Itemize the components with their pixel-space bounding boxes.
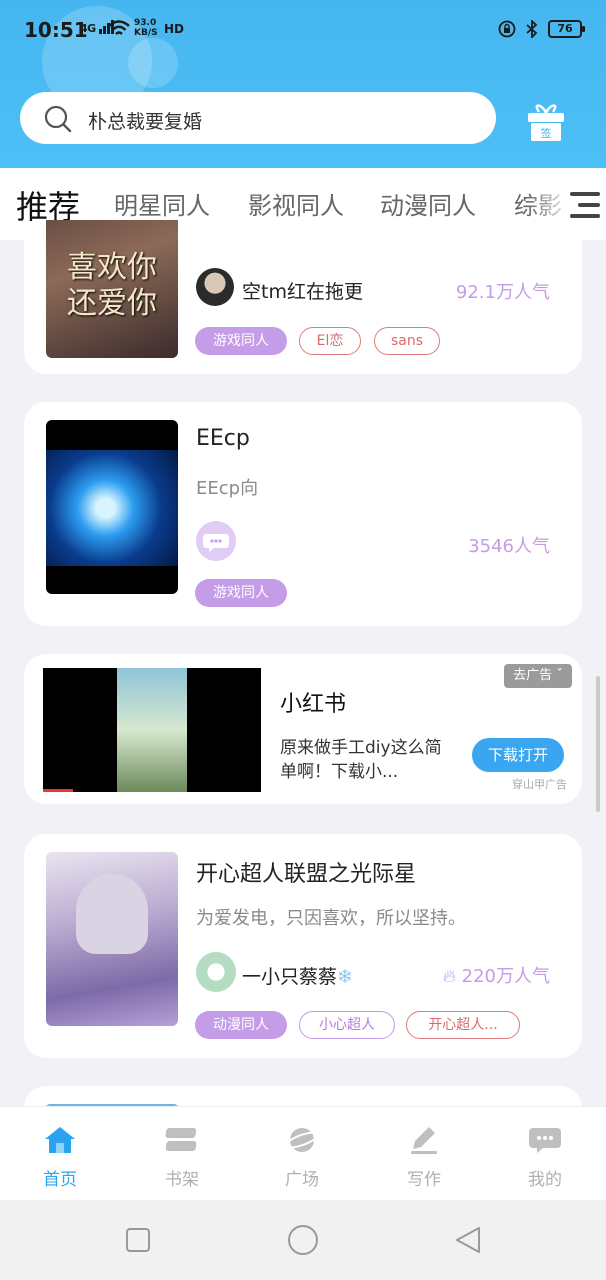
popularity-count: 🔥︎ 220万人气 [443,962,550,988]
bluetooth-icon [526,20,538,38]
snowflake-icon: ❄ [337,966,353,988]
popularity-count: 92.1万人气 [455,282,550,303]
tag[interactable]: 动漫同人 [195,1011,287,1039]
scrollbar[interactable] [596,676,600,812]
avatar [196,952,236,992]
ad-card[interactable]: 小红书 原来做手工diy这么简单啊！下载小... 下载打开 去广告 ˇ 穿山甲广… [24,654,582,804]
nav-me-label: 我的 [528,1170,562,1190]
author-name: 一小只蔡蔡❄ [242,962,353,989]
default-avatar [196,521,236,561]
wifi-icon [108,20,130,35]
chat-bubble-icon [203,534,229,552]
hd-indicator: HD [164,22,185,36]
flame-icon: 🔥︎ [442,966,456,987]
back-icon[interactable] [454,1225,482,1255]
cover-line: 喜欢你 [67,250,157,285]
book-title: 开心超人联盟之光际星 [196,862,417,887]
nav-bookshelf[interactable]: 书架 [142,1125,222,1190]
speed-unit: KB/S [134,28,158,38]
gift-label: 签 [541,126,552,140]
nav-bookshelf-label: 书架 [165,1170,199,1190]
popularity-value: 220万人气 [461,966,550,987]
book-card[interactable]: EEcp EEcp向 3546人气 游戏同人 [24,402,582,626]
chat-bubble-icon [529,1128,561,1153]
nav-write[interactable]: 写作 [384,1125,464,1190]
tag[interactable]: 开心超人... [406,1011,520,1039]
nav-write-label: 写作 [407,1170,441,1190]
gift-icon: 签 [528,104,564,141]
search-placeholder: 朴总裁要复婚 [88,111,203,133]
network-speed: 93.0 KB/S [134,18,158,38]
search-bar[interactable]: 朴总裁要复婚 [20,92,496,144]
nav-square-label: 广场 [285,1170,319,1190]
network-type: 4G [80,22,96,35]
system-navigation-bar [0,1200,606,1280]
book-card[interactable]: 喜欢你 还爱你 空tm红在拖更 92.1万人气 游戏同人 El恋 sans [24,220,582,374]
home-circle-icon[interactable] [287,1224,319,1256]
tag[interactable]: 小心超人 [299,1011,395,1039]
status-right: 76 [498,20,585,38]
lock-rotation-icon [498,20,516,38]
nav-me[interactable]: 我的 [505,1125,585,1190]
book-card[interactable]: 开心超人联盟之光际星 为爱发电，只因喜欢，所以坚持。 一小只蔡蔡❄ 🔥︎ 220… [24,834,582,1058]
popularity-count: 3546人气 [468,536,550,557]
book-title: EEcp [196,426,250,451]
ad-progress [43,789,73,792]
tab-menu-icon[interactable] [570,190,602,220]
status-bar: 10:51 4G 93.0 KB/S HD 76 [0,0,606,62]
tag[interactable]: El恋 [299,327,361,355]
chevron-down-icon: ˇ [556,668,563,683]
bookshelf-icon [165,1128,197,1151]
book-description: EEcp向 [196,478,259,499]
book-cover [46,852,178,1026]
nav-square[interactable]: 广场 [262,1125,342,1190]
remove-ad-label: 去广告 [513,668,553,683]
speed-value: 93.0 [134,18,157,28]
pen-icon [411,1127,437,1154]
sign-in-gift-button[interactable]: 签 [526,104,566,142]
tag[interactable]: 游戏同人 [195,327,287,355]
download-open-button[interactable]: 下载打开 [472,738,564,772]
author-name-text: 一小只蔡蔡 [242,966,338,988]
book-description: 为爱发电，只因喜欢，所以坚持。 [196,908,466,929]
ad-source: 穿山甲广告 [512,778,567,791]
ad-description: 原来做手工diy这么简单啊！下载小... [280,738,442,782]
home-icon [45,1127,75,1153]
planet-icon [284,1128,320,1152]
book-cover [46,420,178,594]
nav-home-label: 首页 [43,1170,77,1190]
recent-apps-icon[interactable] [125,1227,151,1253]
author-name: 空tm红在拖更 [242,281,363,303]
ad-title: 小红书 [280,692,347,717]
avatar [196,268,234,306]
book-cover: 喜欢你 还爱你 [46,220,178,358]
cover-title: 喜欢你 还爱你 [46,250,178,322]
tag[interactable]: 游戏同人 [195,579,287,607]
ad-video-frame [117,668,187,792]
tab-film-fanfic[interactable]: 影视同人 [248,186,344,221]
cover-art [46,450,178,566]
bottom-navigation: 首页 书架 广场 写作 我的 [0,1106,606,1200]
search-icon [44,105,72,133]
nav-home[interactable]: 首页 [20,1125,100,1190]
remove-ad-button[interactable]: 去广告 ˇ [504,664,572,688]
status-time: 10:51 [24,18,88,42]
app-header: 10:51 4G 93.0 KB/S HD 76 朴总裁要复婚 签 [0,0,606,168]
tab-celebrity-fanfic[interactable]: 明星同人 [114,186,210,221]
ad-video[interactable] [43,668,261,792]
tab-anime-fanfic[interactable]: 动漫同人 [380,186,476,221]
cover-character [76,874,148,954]
tag[interactable]: sans [374,327,440,355]
cover-line: 还爱你 [67,286,157,321]
battery-indicator: 76 [548,20,585,38]
